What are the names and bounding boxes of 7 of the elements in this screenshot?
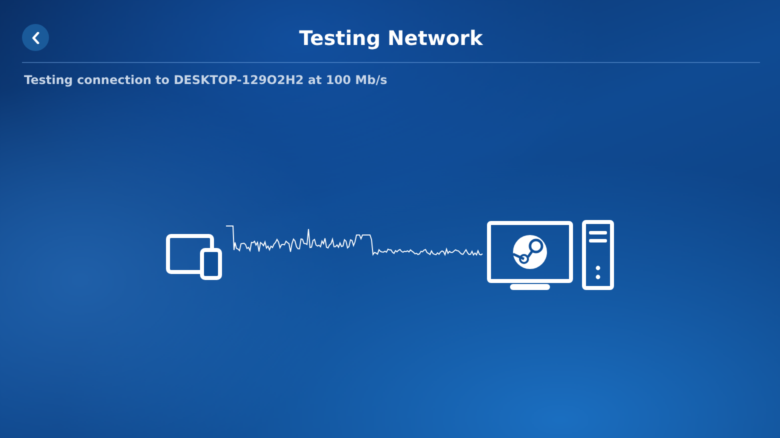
page-title: Testing Network (299, 26, 483, 50)
status-text: Testing connection to DESKTOP-129O2H2 at 100 Mb/s (24, 73, 388, 87)
back-button[interactable] (22, 24, 49, 51)
logo-icon (512, 235, 547, 269)
computer-tower-icon (582, 220, 614, 290)
back-icon (30, 32, 40, 44)
phone-and-tablet-icon (166, 234, 222, 280)
